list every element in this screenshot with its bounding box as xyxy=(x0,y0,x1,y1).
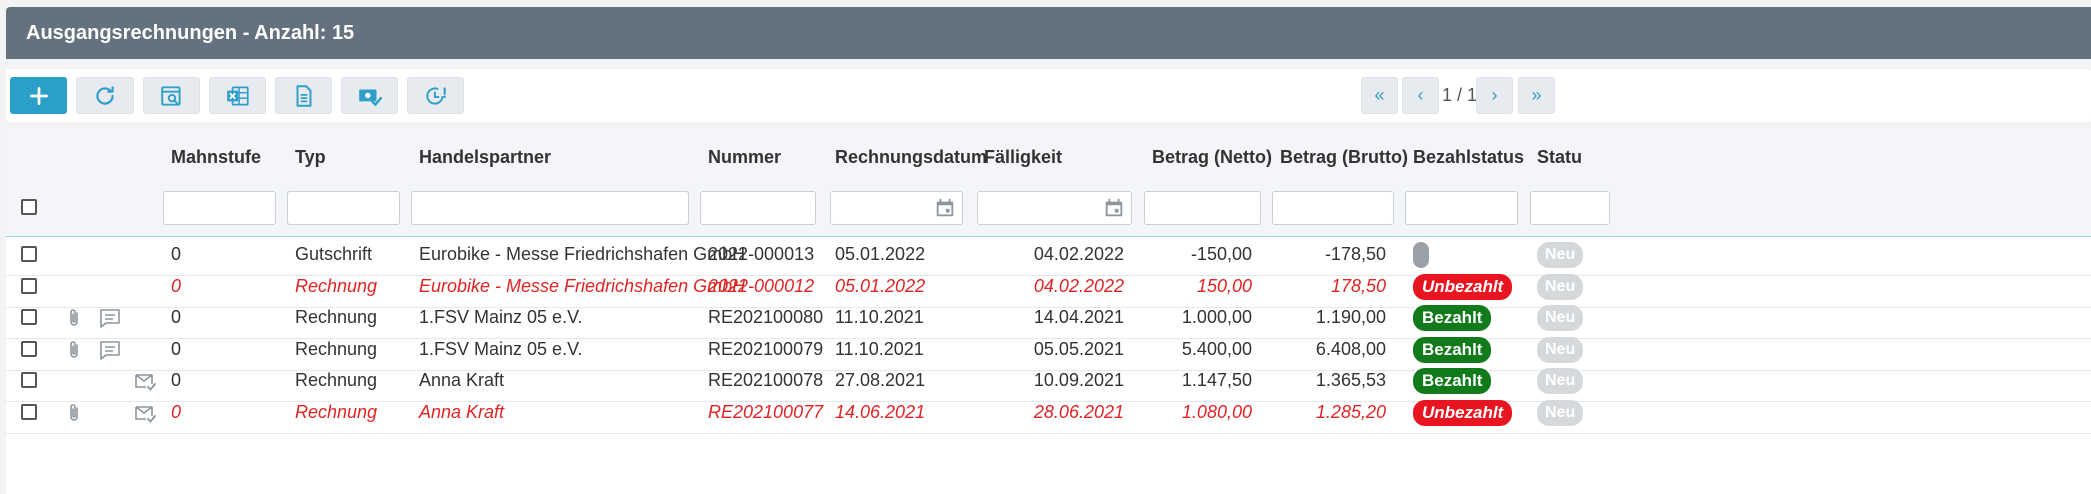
first-page-button[interactable]: « xyxy=(1361,77,1398,114)
col-bezahlstatus[interactable]: Bezahlstatus xyxy=(1413,147,1524,168)
cell-faelligkeit: 28.06.2021 xyxy=(1033,401,1124,422)
filter-mahnstufe-input[interactable] xyxy=(163,191,276,225)
cell-mahnstufe: 0 xyxy=(171,401,182,422)
cell-betrag-brutto: 1.285,20 xyxy=(1315,401,1386,422)
refresh-icon xyxy=(96,85,114,105)
cell-nummer: RE202100077 xyxy=(708,401,824,422)
col-faelligkeit[interactable]: Fälligkeit xyxy=(984,147,1062,168)
previous-page-button[interactable]: ‹ xyxy=(1402,77,1439,114)
cell-typ: Rechnung xyxy=(295,401,378,422)
last-page-button[interactable]: » xyxy=(1518,77,1555,114)
table-row[interactable]: 0 Rechnung Anna Kraft RE202100077 14.06.2021… xyxy=(6,391,2091,434)
mail-sent-icon[interactable] xyxy=(133,369,157,393)
col-betrag-brutto[interactable]: Betrag (Brutto) xyxy=(1280,147,1408,168)
cell-rechnungsdatum: 14.06.2021 xyxy=(835,401,926,422)
filter-betrag-brutto-input[interactable] xyxy=(1272,191,1394,225)
comment-icon[interactable] xyxy=(98,338,122,362)
toolbar: « ‹ 1 / 1 › » xyxy=(6,69,2091,122)
mail-sent-icon[interactable] xyxy=(133,401,157,425)
page-title: Ausgangsrechnungen - Anzahl: 15 xyxy=(6,7,2091,59)
row-checkbox[interactable] xyxy=(21,246,37,262)
calendar-icon[interactable] xyxy=(934,197,956,219)
next-page-button[interactable]: › xyxy=(1476,77,1513,114)
filter-bezahlstatus-input[interactable] xyxy=(1405,191,1518,225)
plus-icon xyxy=(29,86,48,105)
filter-faelligkeit-input[interactable] xyxy=(977,191,1132,225)
cell-betrag-netto: 1.080,00 xyxy=(1181,401,1252,422)
pdf-document-icon xyxy=(296,84,311,107)
select-all-checkbox[interactable] xyxy=(21,199,37,215)
filter-betrag-netto-input[interactable] xyxy=(1144,191,1261,225)
status-badge: Neu xyxy=(1537,399,1584,426)
col-typ[interactable]: Typ xyxy=(295,147,326,168)
row-checkbox[interactable] xyxy=(21,372,37,388)
filter-status-input[interactable] xyxy=(1530,191,1610,225)
attachment-icon[interactable] xyxy=(62,338,86,362)
col-mahnstufe[interactable]: Mahnstufe xyxy=(171,147,261,168)
row-checkbox[interactable] xyxy=(21,309,37,325)
col-status[interactable]: Statu xyxy=(1537,147,1582,168)
col-rechnungsdatum[interactable]: Rechnungsdatum xyxy=(835,147,987,168)
col-nummer[interactable]: Nummer xyxy=(708,147,781,168)
row-checkbox[interactable] xyxy=(21,277,37,294)
filter-rechnungsdatum-input[interactable] xyxy=(830,191,963,225)
search-document-button[interactable] xyxy=(143,77,200,114)
reminder-clock-button[interactable] xyxy=(407,77,464,114)
filter-nummer-input[interactable] xyxy=(700,191,816,225)
attachment-icon[interactable] xyxy=(62,401,86,425)
add-button[interactable] xyxy=(10,77,67,114)
row-checkbox[interactable] xyxy=(21,403,37,420)
comment-icon[interactable] xyxy=(98,306,122,330)
cell-handelspartner: Anna Kraft xyxy=(419,401,505,422)
grid-header: Mahnstufe Typ Handelspartner Nummer Rech… xyxy=(6,128,2091,237)
filter-handelspartner-input[interactable] xyxy=(411,191,689,225)
row-checkbox[interactable] xyxy=(21,340,37,357)
search-document-icon xyxy=(160,85,181,106)
payment-check-icon xyxy=(358,89,382,106)
attachment-icon[interactable] xyxy=(62,306,86,330)
payment-check-button[interactable] xyxy=(341,77,398,114)
filter-typ-input[interactable] xyxy=(287,191,400,225)
calendar-icon[interactable] xyxy=(1103,197,1125,219)
col-handelspartner[interactable]: Handelspartner xyxy=(419,147,551,168)
col-betrag-netto[interactable]: Betrag (Netto) xyxy=(1152,147,1272,168)
clock-alert-icon xyxy=(425,86,446,105)
excel-export-icon xyxy=(226,85,249,106)
page-info: 1 / 1 xyxy=(1442,85,1478,105)
payment-status-badge: Unbezahlt xyxy=(1413,399,1513,426)
invoice-grid: Mahnstufe Typ Handelspartner Nummer Rech… xyxy=(6,128,2091,494)
pdf-document-button[interactable] xyxy=(275,77,332,114)
excel-export-button[interactable] xyxy=(209,77,266,114)
refresh-button[interactable] xyxy=(76,77,134,114)
